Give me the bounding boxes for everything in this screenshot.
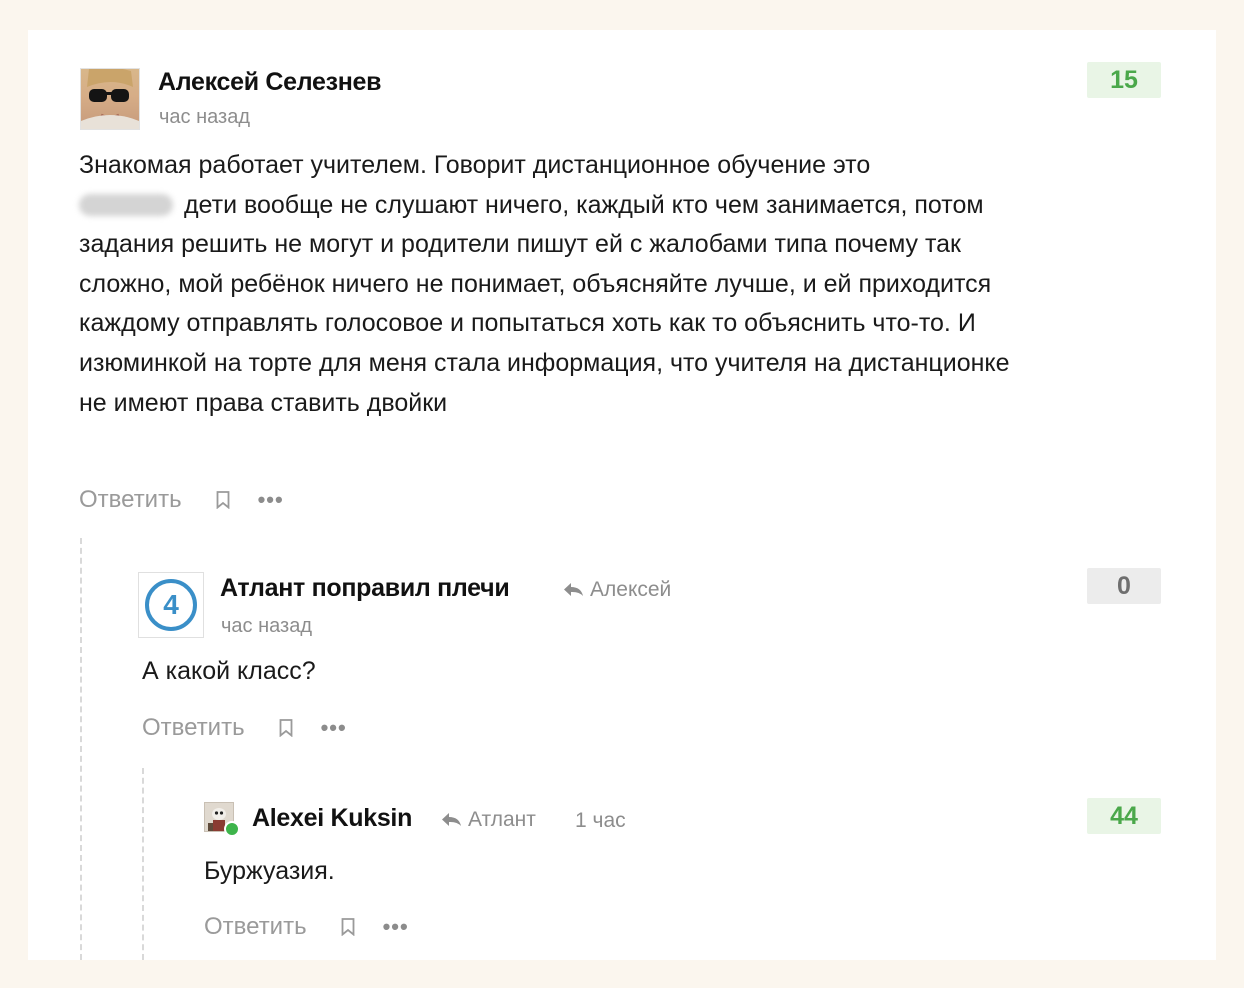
comment-actions: Ответить •••: [204, 913, 409, 941]
comment-author[interactable]: Alexei Kuksin: [252, 804, 412, 833]
more-icon[interactable]: •••: [383, 916, 409, 938]
comment-text: Буржуазия.: [204, 857, 335, 885]
avatar[interactable]: [204, 802, 240, 837]
reply-button[interactable]: Ответить: [204, 913, 307, 941]
comment-time: 1 час: [575, 809, 626, 832]
online-indicator: [224, 821, 240, 837]
reply-to-link[interactable]: Атлант: [440, 808, 536, 832]
reply-arrow-icon: [440, 812, 462, 828]
bookmark-icon[interactable]: [341, 918, 355, 937]
reply-to-name: Атлант: [468, 808, 536, 831]
comment-score[interactable]: 44: [1087, 798, 1161, 834]
comment-3: Alexei Kuksin Атлант 1 час 44 Буржуазия.…: [28, 30, 1216, 960]
comments-panel: Алексей Селезнев час назад 15 Знакомая р…: [28, 30, 1216, 960]
